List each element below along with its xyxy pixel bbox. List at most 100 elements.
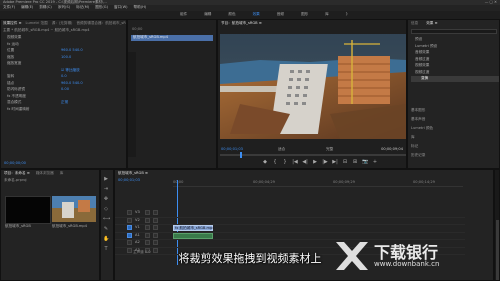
pen-tool-icon[interactable]: ✎	[103, 226, 109, 232]
effect-row-value[interactable]: 960.0 540.0	[61, 48, 83, 53]
track-lock-toggle[interactable]	[145, 217, 150, 223]
workspace-tab[interactable]: 库	[325, 12, 329, 17]
effect-row-value[interactable]: 0.00	[61, 87, 69, 92]
side-panel-tab[interactable]: 基本声音	[411, 117, 499, 126]
effect-row-value[interactable]: 正常	[61, 100, 68, 105]
track-lock-toggle[interactable]	[145, 225, 150, 230]
fit-dropdown[interactable]: 适合	[278, 147, 285, 152]
track-visibility-toggle[interactable]	[153, 225, 158, 230]
menu-item[interactable]: 剪辑(C)	[39, 5, 52, 10]
workspace-tab[interactable]: 》	[346, 12, 350, 17]
transport-button-icon[interactable]: +	[372, 159, 378, 165]
watermark: 下载银行 www.downbank.cn	[334, 236, 494, 276]
workspace-tab[interactable]: 颜色	[228, 12, 235, 17]
effect-row-value[interactable]: 0.0	[61, 74, 67, 79]
track-target-toggle[interactable]	[127, 240, 132, 245]
effect-row-value[interactable]: ☑ 等比缩放	[61, 68, 80, 73]
workspace-tab[interactable]: 编辑	[204, 12, 211, 17]
effect-controls-tab[interactable]: 源：(无剪辑)	[52, 21, 73, 26]
download-logo-icon	[336, 242, 368, 270]
transport-button-icon[interactable]: ◀|	[302, 159, 308, 165]
video-clip[interactable]: fx 航拍城市_sRGB.mp4	[173, 225, 215, 231]
transport-button-icon[interactable]: ⊟	[342, 159, 348, 165]
track-visibility-toggle[interactable]	[153, 217, 158, 223]
track-target-toggle[interactable]	[127, 210, 132, 215]
transport-button-icon[interactable]: 📷	[362, 159, 368, 165]
project-tab[interactable]: 库	[60, 171, 64, 176]
track-target-toggle[interactable]	[127, 225, 132, 230]
effects-panel-tab[interactable]: 信息	[411, 21, 418, 26]
transport-button-icon[interactable]: }	[282, 159, 288, 165]
menu-item[interactable]: 文件(F)	[3, 5, 15, 10]
ripple-edit-icon[interactable]: ✥	[103, 196, 109, 202]
transport-button-icon[interactable]: ◆	[262, 159, 268, 165]
effects-selected-item[interactable]: 变换	[411, 76, 499, 82]
effect-row-value[interactable]: 100.0	[61, 55, 71, 60]
side-panel-tab[interactable]: 历史记录	[411, 153, 499, 162]
timeline-track[interactable]: V1 fx 航拍城市_sRGB.mp4	[115, 225, 465, 233]
audio-clip[interactable]	[173, 232, 213, 239]
timeline-timecode[interactable]: 00;00;01;03	[118, 178, 140, 183]
track-lock-toggle[interactable]	[145, 210, 150, 215]
program-tab[interactable]: 节目：航拍城市_sRGB ≡	[221, 21, 262, 26]
menu-item[interactable]: 窗口(W)	[114, 5, 128, 10]
transport-button-icon[interactable]: ⊞	[352, 159, 358, 165]
track-visibility-toggle[interactable]	[153, 210, 158, 215]
mini-clip[interactable]: 航拍城市_sRGB.mp4	[131, 35, 213, 41]
track-visibility-toggle[interactable]	[153, 232, 158, 238]
side-panel-tab[interactable]: Lumetri 颜色	[411, 126, 499, 135]
track-target-toggle[interactable]	[127, 247, 132, 253]
effect-controls-tab[interactable]: 音频剪辑混合器：航拍城市_sRGB	[76, 21, 126, 26]
watermark-url: www.downbank.cn	[374, 260, 440, 268]
workspace-tab[interactable]: 组件	[180, 12, 187, 17]
track-lock-toggle[interactable]	[145, 232, 150, 238]
playhead[interactable]	[240, 152, 242, 158]
razor-tool-icon[interactable]: ◇	[103, 206, 109, 212]
project-tab[interactable]: 媒体浏览器	[36, 171, 54, 176]
side-panel-tab[interactable]: 库	[411, 135, 499, 144]
track-select-icon[interactable]: ⇥	[103, 186, 109, 192]
project-clip-thumb-1[interactable]	[5, 196, 51, 224]
timeline-track[interactable]: V2	[115, 217, 465, 225]
track-visibility-toggle[interactable]	[153, 240, 158, 245]
menu-item[interactable]: 编辑(E)	[21, 5, 33, 10]
transport-button-icon[interactable]: ▶	[312, 159, 318, 165]
transport-button-icon[interactable]: ▶|	[332, 159, 338, 165]
effect-controls-tab[interactable]: 效果控件 ≡	[3, 21, 22, 26]
effect-controls-tab[interactable]: Lumetri 范围	[26, 21, 48, 26]
quality-dropdown[interactable]: 完整	[326, 147, 333, 152]
mini-gutter	[128, 52, 136, 157]
hand-tool-icon[interactable]: ✋	[103, 236, 109, 242]
side-panel-tab[interactable]: 基本图形	[411, 108, 499, 117]
workspace-tab[interactable]: 图形	[301, 12, 308, 17]
clip-path: 主要 * 航拍城市_sRGB.mp4 ~ 航拍城市_sRGB.mp4	[3, 28, 90, 32]
program-scrubber[interactable]	[220, 152, 406, 158]
project-clip-thumb-2[interactable]	[52, 196, 96, 222]
effect-row-value[interactable]: 960.0 540.0	[61, 81, 83, 86]
effect-controls-panel: 效果控件 ≡ Lumetri 范围 源：(无剪辑) 音频剪辑混合器：航拍城市_sRGB…	[0, 19, 127, 169]
effect-row[interactable]: fx 时间重映射	[1, 107, 126, 114]
workspace-tab[interactable]: 效果	[253, 12, 260, 17]
menu-item[interactable]: 标记(M)	[76, 5, 89, 10]
timeline-track[interactable]: V3	[115, 210, 465, 218]
effects-panel-tab[interactable]: 效果 ≡	[426, 21, 437, 26]
workspace-tab[interactable]: 音频	[277, 12, 284, 17]
slip-tool-icon[interactable]: ⟷	[103, 216, 110, 222]
effects-search-field[interactable]	[411, 29, 497, 34]
transport-button-icon[interactable]: |◀	[292, 159, 298, 165]
transport-button-icon[interactable]: |▶	[322, 159, 328, 165]
track-target-toggle[interactable]	[127, 217, 132, 223]
track-lock-toggle[interactable]	[145, 240, 150, 245]
timeline-tab[interactable]: 航拍城市_sRGB ≡	[118, 171, 148, 176]
side-panel-tab[interactable]: 标记	[411, 144, 499, 153]
transport-button-icon[interactable]: {	[272, 159, 278, 165]
menu-item[interactable]: 序列(S)	[58, 5, 70, 10]
track-target-toggle[interactable]	[127, 232, 132, 238]
type-tool-icon[interactable]: T	[103, 246, 109, 252]
menu-item[interactable]: 帮助(H)	[134, 5, 147, 10]
selection-tool-icon[interactable]: ▶	[103, 176, 109, 182]
track-name: V3	[135, 210, 140, 214]
effect-timecode[interactable]: 00;00;00;00	[4, 161, 26, 166]
menu-item[interactable]: 图形(G)	[95, 5, 108, 10]
project-tab[interactable]: 项目：未命名 ≡	[4, 171, 30, 176]
